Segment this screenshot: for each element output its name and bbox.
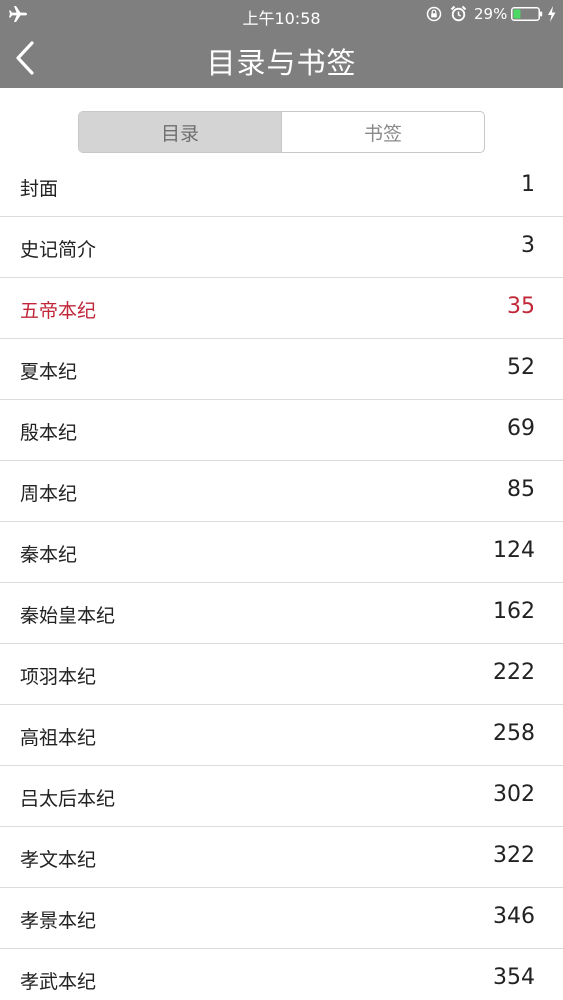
chapter-title: 孝景本纪 [20, 910, 97, 932]
chapter-title: 项羽本纪 [20, 666, 97, 688]
chapter-page-number: 3 [521, 233, 535, 258]
chapter-title: 史记简介 [20, 239, 97, 261]
chapter-page-number: 354 [493, 965, 535, 990]
toc-row[interactable]: 孝文本纪 322 [0, 827, 563, 888]
chapter-title: 五帝本纪 [20, 300, 97, 322]
chapter-page-number: 1 [521, 172, 535, 197]
chapter-page-number: 162 [493, 599, 535, 624]
toc-row[interactable]: 孝景本纪 346 [0, 888, 563, 949]
chapter-title: 秦本纪 [20, 544, 78, 566]
chapter-page-number: 302 [493, 782, 535, 807]
chapter-title: 殷本纪 [20, 422, 78, 444]
orientation-lock-icon [426, 6, 442, 22]
toc-row[interactable]: 封面 1 [0, 156, 563, 217]
toc-row[interactable]: 高祖本纪 258 [0, 705, 563, 766]
navigation-bar: 目录与书签 [0, 28, 563, 88]
chapter-title: 周本纪 [20, 483, 78, 505]
chapter-page-number: 346 [493, 904, 535, 929]
battery-percent: 29% [474, 5, 508, 23]
tab-contents[interactable]: 目录 [79, 112, 281, 152]
toc-row[interactable]: 殷本纪 69 [0, 400, 563, 461]
header-bar: 上午10:58 29% 目录与书签 [0, 0, 563, 88]
charging-bolt-icon [548, 6, 556, 22]
chapter-title: 封面 [20, 178, 59, 200]
chapter-page-number: 322 [493, 843, 535, 868]
tab-contents-label: 目录 [160, 122, 199, 145]
chapter-title: 孝武本纪 [20, 971, 97, 993]
status-bar: 上午10:58 29% [0, 0, 563, 28]
chapter-title: 高祖本纪 [20, 727, 97, 749]
chapter-title: 吕太后本纪 [20, 788, 116, 810]
toc-row[interactable]: 夏本纪 52 [0, 339, 563, 400]
tab-bookmarks-label: 书签 [363, 122, 402, 145]
toc-row[interactable]: 秦本纪 124 [0, 522, 563, 583]
table-of-contents-list: 封面 1 史记简介 3 五帝本纪 35 夏本纪 52 殷本纪 69 周本纪 85 秦本纪 124 秦始皇本纪… [0, 156, 563, 1000]
segmented-control: 目录 书签 [78, 111, 485, 153]
tab-bookmarks[interactable]: 书签 [282, 112, 484, 152]
chapter-title: 秦始皇本纪 [20, 605, 116, 627]
toc-row[interactable]: 五帝本纪 35 [0, 278, 563, 339]
toc-row[interactable]: 周本纪 85 [0, 461, 563, 522]
chapter-title: 夏本纪 [20, 361, 78, 383]
toc-row[interactable]: 吕太后本纪 302 [0, 766, 563, 827]
chapter-page-number: 69 [507, 416, 535, 441]
page-title: 目录与书签 [206, 46, 357, 80]
toc-row[interactable]: 孝武本纪 354 [0, 949, 563, 1000]
toc-row[interactable]: 秦始皇本纪 162 [0, 583, 563, 644]
toc-row[interactable]: 史记简介 3 [0, 217, 563, 278]
chapter-title: 孝文本纪 [20, 849, 97, 871]
chapter-page-number: 222 [493, 660, 535, 685]
chapter-page-number: 52 [507, 355, 535, 380]
battery-icon [511, 7, 543, 21]
screen: 上午10:58 29% 目录与书签 目录 书签 封面 1 史记简介 3 五帝本纪… [0, 0, 563, 1000]
chapter-page-number: 35 [507, 294, 535, 319]
toc-row[interactable]: 项羽本纪 222 [0, 644, 563, 705]
alarm-icon [450, 5, 467, 22]
chapter-page-number: 85 [507, 477, 535, 502]
chapter-page-number: 258 [493, 721, 535, 746]
chapter-page-number: 124 [493, 538, 535, 563]
